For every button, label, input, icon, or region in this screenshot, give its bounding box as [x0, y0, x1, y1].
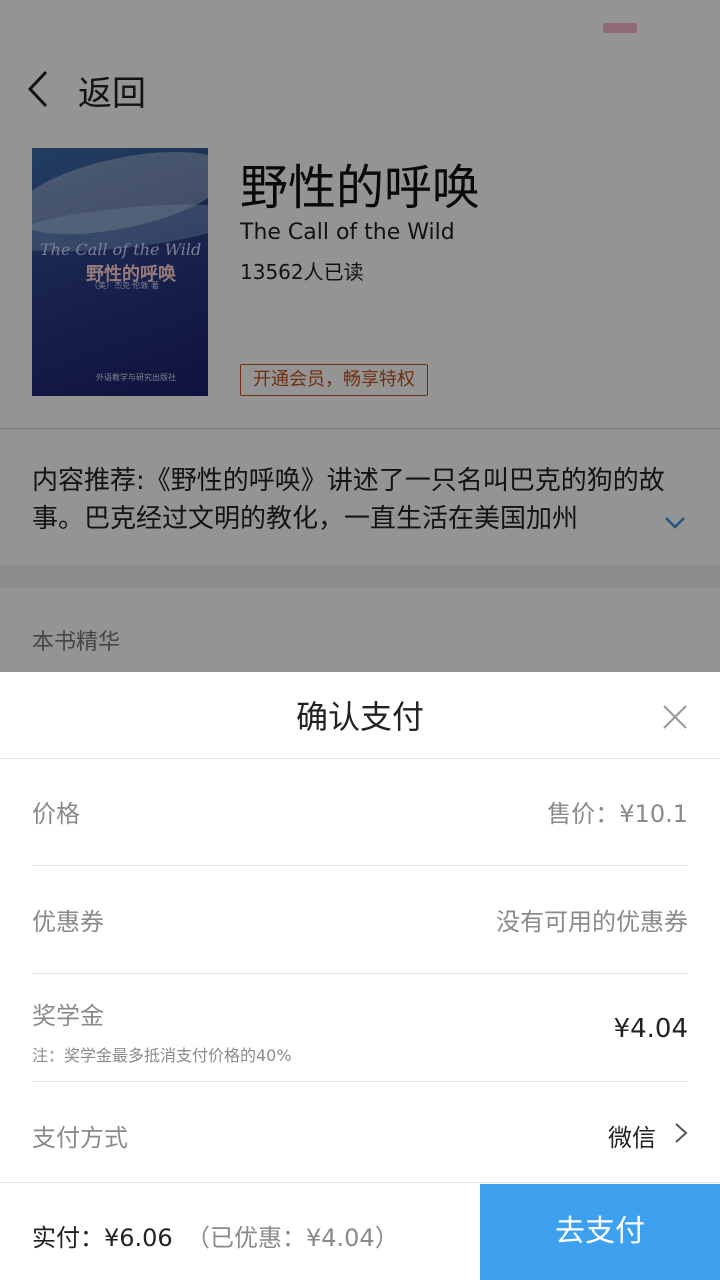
coupon-value: 没有可用的优惠券 [496, 908, 688, 936]
payment-dialog: 确认支付 价格 售价：¥10.1 优惠券 没有可用的优惠券 奖学金 注：奖学金最… [0, 672, 720, 1280]
dialog-title: 确认支付 [295, 698, 424, 736]
payment-method-label: 支付方式 [32, 1124, 128, 1152]
scholarship-label: 奖学金 [32, 1002, 104, 1030]
close-icon[interactable] [660, 702, 690, 732]
pay-button[interactable]: 去支付 [480, 1184, 720, 1280]
chevron-right-icon [675, 1123, 688, 1143]
coupon-row[interactable]: 优惠券 没有可用的优惠券 [32, 866, 688, 974]
scholarship-note: 注：奖学金最多抵消支付价格的40% [32, 1046, 292, 1065]
actual-payment: 实付：¥6.06 [32, 1224, 173, 1252]
coupon-label: 优惠券 [32, 908, 104, 936]
payment-method-value: 微信 [608, 1124, 656, 1152]
scholarship-value: ¥4.04 [613, 1014, 688, 1044]
discount-amount: （已优惠：¥4.04） [186, 1224, 399, 1252]
price-label: 价格 [32, 800, 80, 828]
price-value: 售价：¥10.1 [547, 800, 688, 828]
payment-method-row[interactable]: 支付方式 微信 [32, 1082, 688, 1190]
modal-dim-overlay[interactable] [0, 0, 720, 672]
scholarship-row: 奖学金 注：奖学金最多抵消支付价格的40% ¥4.04 [32, 974, 688, 1082]
divider [0, 1182, 720, 1183]
price-row: 价格 售价：¥10.1 [32, 758, 688, 866]
